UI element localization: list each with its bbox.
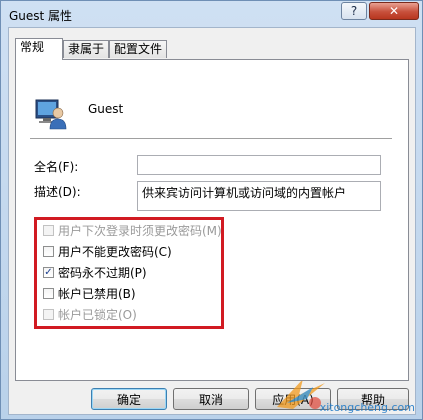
separator-top (30, 138, 392, 140)
option-label: 用户下次登录时须更改密码(M) (58, 224, 222, 238)
fullname-input[interactable] (137, 155, 381, 175)
option-account-disabled[interactable]: 帐户已禁用(B) (43, 285, 136, 301)
user-name: Guest (88, 102, 124, 116)
option-account-locked[interactable]: 帐户已锁定(O) (43, 306, 137, 322)
dialog-client-area: 常规 隶属于 配置文件 Guest 全名(F): 描述(D): 供来宾访问计算机… (8, 27, 416, 415)
option-must-change-password[interactable]: 用户下次登录时须更改密码(M) (43, 222, 222, 238)
title-bar[interactable]: Guest 属性 ? ✕ (1, 1, 422, 29)
checkbox-must-change-password[interactable] (43, 225, 54, 236)
user-account-icon (35, 99, 67, 130)
properties-window: Guest 属性 ? ✕ 常规 隶属于 配置文件 Guest 全名(F): 描述 (0, 0, 423, 420)
description-label: 描述(D): (34, 185, 81, 199)
option-label: 用户不能更改密码(C) (58, 245, 172, 259)
tab-member-of[interactable]: 隶属于 (63, 40, 109, 58)
ok-button[interactable]: 确定 (91, 388, 167, 410)
account-options-highlight-box: 用户下次登录时须更改密码(M) 用户不能更改密码(C) ✓ 密码永不过期(P) 帐… (34, 217, 224, 329)
option-password-never-expires[interactable]: ✓ 密码永不过期(P) (43, 264, 147, 280)
title-close-button[interactable]: ✕ (369, 2, 419, 20)
tab-general[interactable]: 常规 (15, 38, 63, 60)
close-icon: ✕ (388, 4, 400, 18)
title-help-button[interactable]: ? (341, 2, 367, 20)
tab-profile[interactable]: 配置文件 (109, 40, 167, 58)
checkbox-password-never-expires[interactable]: ✓ (43, 267, 54, 278)
help-icon: ? (350, 4, 358, 18)
cancel-button[interactable]: 取消 (173, 388, 249, 410)
option-label: 帐户已禁用(B) (58, 287, 136, 301)
general-tab-panel: Guest 全名(F): 描述(D): 供来宾访问计算机或访问域的内置帐户 用户… (15, 59, 409, 381)
option-label: 密码永不过期(P) (58, 266, 147, 280)
window-title: Guest 属性 (9, 9, 73, 23)
description-input[interactable]: 供来宾访问计算机或访问域的内置帐户 (137, 181, 381, 211)
fullname-label: 全名(F): (34, 160, 79, 174)
option-label: 帐户已锁定(O) (58, 308, 137, 322)
watermark-text: xitongcheng.com (319, 401, 415, 414)
checkbox-account-disabled[interactable] (43, 288, 54, 299)
checkbox-cannot-change-password[interactable] (43, 246, 54, 257)
checkbox-account-locked[interactable] (43, 309, 54, 320)
option-cannot-change-password[interactable]: 用户不能更改密码(C) (43, 243, 172, 259)
